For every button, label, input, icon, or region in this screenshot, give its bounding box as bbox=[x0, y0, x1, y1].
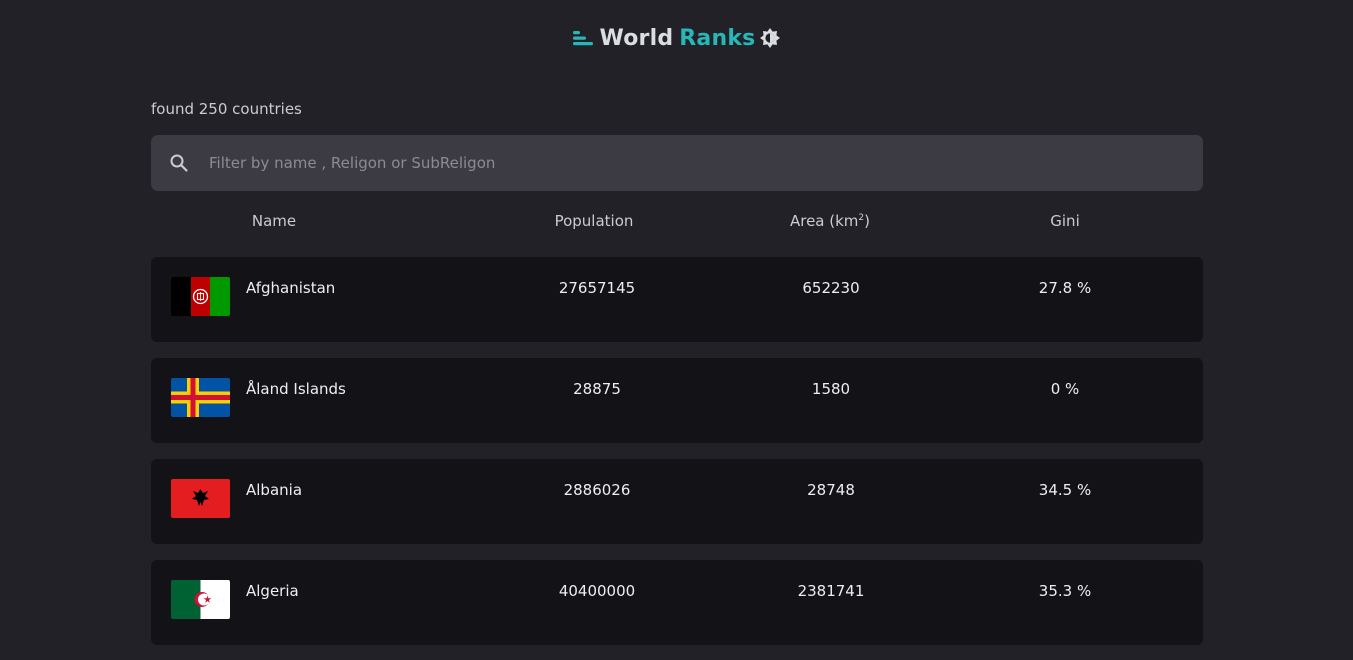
app-title-world: World bbox=[599, 25, 674, 51]
column-header-population[interactable]: Population bbox=[555, 212, 634, 230]
column-header-area[interactable]: Area (km2) bbox=[790, 212, 870, 230]
country-population: 28875 bbox=[573, 380, 621, 398]
country-list: Afghanistan 27657145 652230 27.8 % Åland… bbox=[151, 257, 1203, 660]
search-input[interactable] bbox=[207, 134, 1203, 192]
country-row[interactable]: Afghanistan 27657145 652230 27.8 % bbox=[151, 257, 1203, 342]
results-count: found 250 countries bbox=[151, 100, 302, 118]
country-row[interactable]: Albania 2886026 28748 34.5 % bbox=[151, 459, 1203, 544]
search-bar[interactable] bbox=[151, 134, 1203, 192]
aland-flag bbox=[171, 378, 230, 417]
app-header: World Ranks bbox=[0, 22, 1353, 54]
country-name: Albania bbox=[246, 481, 303, 499]
app-title-ranks: Ranks bbox=[679, 25, 756, 51]
country-area: 652230 bbox=[802, 279, 860, 297]
country-population: 27657145 bbox=[558, 279, 636, 297]
column-header-name[interactable]: Name bbox=[252, 212, 296, 230]
country-row[interactable]: Algeria 40400000 2381741 35.3 % bbox=[151, 560, 1203, 645]
brightness-icon[interactable] bbox=[759, 27, 781, 49]
app-title: World Ranks bbox=[600, 26, 756, 51]
table-header: Name Population Area (km2) Gini bbox=[151, 212, 1203, 236]
country-name: Afghanistan bbox=[246, 279, 336, 297]
country-gini: 34.5 % bbox=[1038, 481, 1092, 499]
country-gini: 35.3 % bbox=[1038, 582, 1092, 600]
bars-icon bbox=[572, 29, 594, 47]
area-label-close: ) bbox=[864, 212, 871, 230]
albania-flag bbox=[171, 479, 230, 518]
country-population: 2886026 bbox=[563, 481, 631, 499]
country-row[interactable]: Åland Islands 28875 1580 0 % bbox=[151, 358, 1203, 443]
country-area: 2381741 bbox=[797, 582, 865, 600]
search-icon bbox=[169, 153, 189, 173]
world-ranks-page: World Ranks found 250 countries Name Pop… bbox=[0, 0, 1353, 660]
country-area: 1580 bbox=[811, 380, 851, 398]
logo[interactable]: World Ranks bbox=[572, 26, 756, 51]
country-gini: 27.8 % bbox=[1038, 279, 1092, 297]
column-header-gini[interactable]: Gini bbox=[1050, 212, 1079, 230]
area-label: Area (km bbox=[789, 212, 859, 230]
country-name: Algeria bbox=[246, 582, 299, 600]
algeria-flag bbox=[171, 580, 230, 619]
country-population: 40400000 bbox=[558, 582, 636, 600]
country-gini: 0 % bbox=[1050, 380, 1080, 398]
country-area: 28748 bbox=[807, 481, 855, 499]
afghanistan-flag bbox=[171, 277, 230, 316]
country-name: Åland Islands bbox=[246, 380, 346, 398]
